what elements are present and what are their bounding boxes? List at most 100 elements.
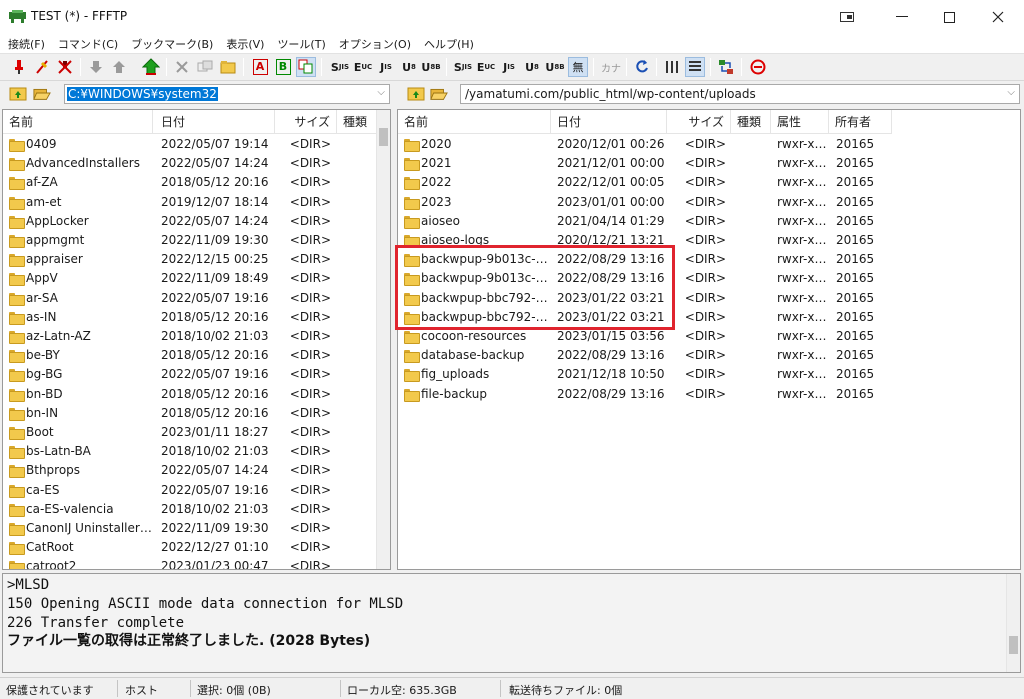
folder-up-icon[interactable] — [407, 85, 425, 101]
file-row[interactable]: 2020 2020/12/01 00:26 <DIR> rwxr-xr-x 20165 — [398, 136, 1018, 155]
disconnect-icon[interactable] — [55, 57, 75, 77]
menu-item[interactable]: ブックマーク(B) — [131, 36, 213, 52]
menu-item[interactable]: ツール(T) — [277, 36, 325, 52]
column-header-size[interactable]: サイズ — [667, 110, 731, 134]
mirror-upload-icon[interactable] — [141, 57, 161, 77]
tray-icon[interactable] — [824, 0, 870, 34]
scroll-thumb[interactable] — [1009, 636, 1018, 654]
file-row[interactable]: Boot 2023/01/11 18:27 <DIR> — [3, 424, 377, 443]
file-row[interactable]: file-backup 2022/08/29 13:16 <DIR> rwxr-xr-… — [398, 386, 1018, 405]
download-icon[interactable] — [86, 57, 106, 77]
file-row[interactable]: af-ZA 2018/05/12 20:16 <DIR> — [3, 174, 377, 193]
column-header-date[interactable]: 日付 — [153, 110, 275, 134]
menu-item[interactable]: ヘルプ(H) — [424, 36, 474, 52]
file-row[interactable]: backwpup-9b013c-temp 2022/08/29 13:16 <DIR… — [398, 270, 1018, 289]
ascii-mode-icon[interactable]: A — [250, 57, 270, 77]
menu-item[interactable]: 接続(F) — [8, 36, 45, 52]
binary-mode-icon[interactable]: B — [273, 57, 293, 77]
chevron-down-icon[interactable]: ⌵ — [1007, 87, 1015, 98]
jis-host-icon[interactable]: J IS — [376, 57, 396, 77]
file-row[interactable]: backwpup-bbc792-te... 2023/01/22 03:21 <DI… — [398, 309, 1018, 328]
sync-icon[interactable] — [716, 57, 736, 77]
euc-local-icon[interactable]: E UC — [476, 57, 496, 77]
detail-view-icon[interactable] — [685, 57, 705, 77]
file-row[interactable]: cocoon-resources 2023/01/15 03:56 <DIR> rwx… — [398, 328, 1018, 347]
file-row[interactable]: backwpup-bbc792-logs 2023/01/22 03:21 <DIR… — [398, 290, 1018, 309]
file-row[interactable]: aioseo 2021/04/14 01:29 <DIR> rwxr-xr-x 2016… — [398, 213, 1018, 232]
column-header-name[interactable]: 名前 — [3, 110, 153, 134]
file-row[interactable]: appraiser 2022/12/15 00:25 <DIR> — [3, 251, 377, 270]
file-row[interactable]: database-backup 2022/08/29 13:16 <DIR> rwxr… — [398, 347, 1018, 366]
file-row[interactable]: bn-IN 2018/05/12 20:16 <DIR> — [3, 405, 377, 424]
file-row[interactable]: ca-ES 2022/05/07 19:16 <DIR> — [3, 482, 377, 501]
file-row[interactable]: 0409 2022/05/07 19:14 <DIR> — [3, 136, 377, 155]
file-row[interactable]: ca-ES-valencia 2018/10/02 21:03 <DIR> — [3, 501, 377, 520]
log-scrollbar[interactable] — [1006, 574, 1020, 672]
file-row[interactable]: be-BY 2018/05/12 20:16 <DIR> — [3, 347, 377, 366]
file-row[interactable]: appmgmt 2022/11/09 19:30 <DIR> — [3, 232, 377, 251]
rename-icon[interactable] — [195, 57, 215, 77]
menu-item[interactable]: オプション(O) — [339, 36, 411, 52]
file-row[interactable]: Bthprops 2022/05/07 14:24 <DIR> — [3, 462, 377, 481]
file-row[interactable]: catroot2 2023/01/23 00:47 <DIR> — [3, 558, 377, 569]
local-scrollbar[interactable] — [376, 110, 390, 569]
folder-up-icon[interactable] — [9, 85, 27, 101]
file-row[interactable]: bn-BD 2018/05/12 20:16 <DIR> — [3, 386, 377, 405]
maximize-icon[interactable] — [926, 0, 972, 34]
file-row[interactable]: ar-SA 2022/05/07 19:16 <DIR> — [3, 290, 377, 309]
utf8-host-icon[interactable]: U8 — [399, 57, 419, 77]
connect-icon[interactable] — [9, 57, 29, 77]
file-row[interactable]: backwpup-9b013c-logs 2022/08/29 13:16 <DIR… — [398, 251, 1018, 270]
column-header-type[interactable]: 種類 — [337, 110, 377, 134]
column-header-size[interactable]: サイズ — [275, 110, 337, 134]
no-convert-icon[interactable]: 無 — [568, 57, 588, 77]
auto-mode-icon[interactable] — [296, 57, 316, 77]
euc-host-icon[interactable]: E UC — [353, 57, 373, 77]
chevron-down-icon[interactable]: ⌵ — [377, 87, 385, 98]
mkdir-icon[interactable] — [218, 57, 238, 77]
file-row[interactable]: AdvancedInstallers 2022/05/07 14:24 <DIR> — [3, 155, 377, 174]
file-row[interactable]: az-Latn-AZ 2018/10/02 21:03 <DIR> — [3, 328, 377, 347]
utf8bom-local-icon[interactable]: U 8B — [545, 57, 565, 77]
file-row[interactable]: 2021 2021/12/01 00:00 <DIR> rwxr-xr-x 20165 — [398, 155, 1018, 174]
scroll-thumb[interactable] — [379, 128, 388, 146]
file-row[interactable]: aioseo-logs 2020/12/21 13:21 <DIR> rwxr-xr-… — [398, 232, 1018, 251]
file-row[interactable]: CatRoot 2022/12/27 01:10 <DIR> — [3, 539, 377, 558]
delete-icon[interactable] — [172, 57, 192, 77]
list-view-icon[interactable] — [662, 57, 682, 77]
file-row[interactable]: 2023 2023/01/01 00:00 <DIR> rwxr-xr-x 20165 — [398, 194, 1018, 213]
file-row[interactable]: AppLocker 2022/05/07 14:24 <DIR> — [3, 213, 377, 232]
open-folder-icon[interactable] — [33, 85, 51, 101]
minimize-icon[interactable] — [879, 0, 925, 34]
stop-icon[interactable] — [748, 57, 768, 77]
quick-connect-icon[interactable] — [32, 57, 52, 77]
column-header-attr[interactable]: 属性 — [771, 110, 829, 134]
file-row[interactable]: am-et 2019/12/07 18:14 <DIR> — [3, 194, 377, 213]
file-row[interactable]: bg-BG 2022/05/07 19:16 <DIR> — [3, 366, 377, 385]
utf8bom-host-icon[interactable]: U 8B — [421, 57, 441, 77]
kana-convert-icon[interactable]: カナ — [599, 57, 623, 77]
file-row[interactable]: AppV 2022/11/09 18:49 <DIR> — [3, 270, 377, 289]
file-row[interactable]: bs-Latn-BA 2018/10/02 21:03 <DIR> — [3, 443, 377, 462]
file-row[interactable]: fig_uploads 2021/12/18 10:50 <DIR> rwxr-xr-… — [398, 366, 1018, 385]
upload-icon[interactable] — [109, 57, 129, 77]
sjis-local-icon[interactable]: S JIS — [453, 57, 473, 77]
file-row[interactable]: CanonIJ Uninstaller Inf... 2022/11/09 19:… — [3, 520, 377, 539]
menu-item[interactable]: コマンド(C) — [58, 36, 118, 52]
file-row[interactable]: as-IN 2018/05/12 20:16 <DIR> — [3, 309, 377, 328]
menu-item[interactable]: 表示(V) — [226, 36, 264, 52]
column-header-type[interactable]: 種類 — [731, 110, 771, 134]
close-icon[interactable] — [975, 0, 1021, 34]
jis-local-icon[interactable]: J IS — [499, 57, 519, 77]
log-area[interactable]: >MLSD 150 Opening ASCII mode data connec… — [2, 573, 1021, 673]
utf8-local-icon[interactable]: U8 — [522, 57, 542, 77]
local-path-input[interactable]: C:¥WINDOWS¥system32 ⌵ — [64, 84, 390, 104]
file-row[interactable]: 2022 2022/12/01 00:05 <DIR> rwxr-xr-x 20165 — [398, 174, 1018, 193]
column-header-owner[interactable]: 所有者 — [829, 110, 892, 134]
column-header-date[interactable]: 日付 — [551, 110, 667, 134]
column-header-name[interactable]: 名前 — [398, 110, 551, 134]
remote-path-input[interactable]: /yamatumi.com/public_html/wp-content/upl… — [460, 84, 1020, 104]
open-folder-icon[interactable] — [430, 85, 448, 101]
refresh-icon[interactable] — [632, 57, 652, 77]
sjis-host-icon[interactable]: S JIS — [330, 57, 350, 77]
